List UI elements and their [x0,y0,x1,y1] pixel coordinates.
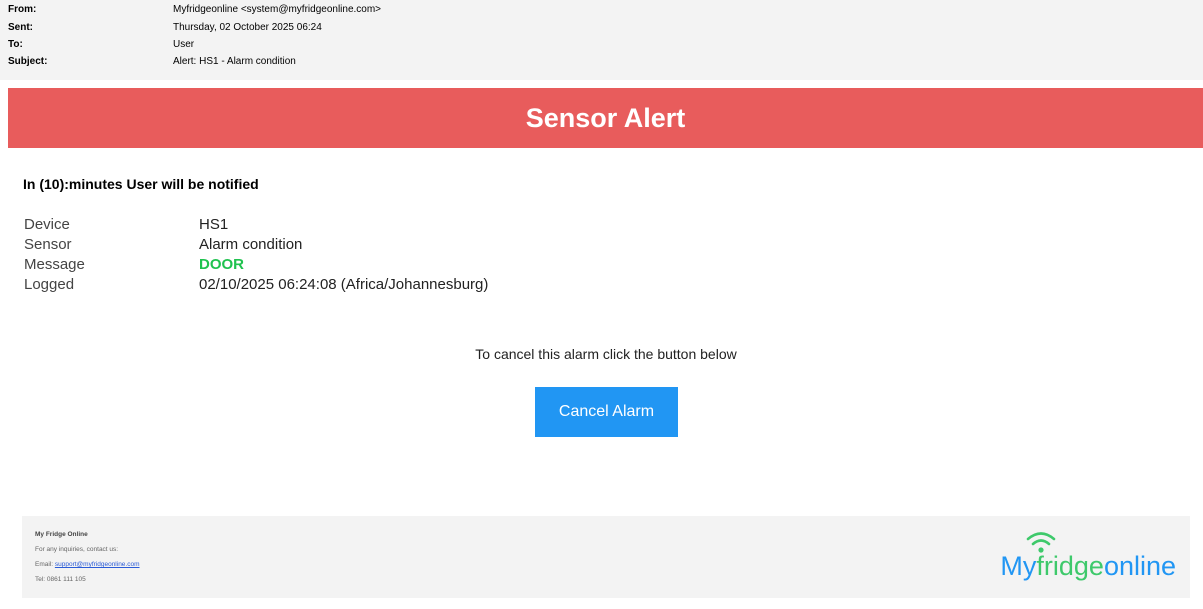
sent-value: Thursday, 02 October 2025 06:24 [173,22,322,33]
logo-wordmark: Myfridgeonline [1000,551,1176,582]
from-value: Myfridgeonline <system@myfridgeonline.co… [173,4,382,15]
email-footer: My Fridge Online For any inquiries, cont… [22,516,1190,598]
logo-part-fridge: fridge [1036,551,1104,581]
subject-value: Alert: HS1 - Alarm condition [173,56,296,67]
sensor-alert-banner: Sensor Alert [8,88,1203,148]
logo-part-online: online [1103,551,1176,581]
footer-contact-line: For any inquiries, contact us: [35,546,119,553]
from-label: From: [8,4,37,15]
logged-value: 02/10/2025 06:24:08 (Africa/Johannesburg… [199,276,489,293]
logo-part-my: My [1000,551,1037,581]
footer-email-label: Email: [35,561,54,568]
device-label: Device [24,216,70,233]
sent-label: Sent: [8,22,33,33]
to-value: User [173,39,195,50]
cancel-alarm-button[interactable]: Cancel Alarm [535,387,678,437]
message-label: Message [24,256,85,273]
sensor-label: Sensor [24,236,72,253]
cancel-instruction: To cancel this alarm click the button be… [475,346,737,362]
logged-label: Logged [24,276,75,293]
footer-tel: Tel: 0861 111 105 [35,576,86,583]
to-label: To: [8,39,23,50]
device-value: HS1 [199,216,229,233]
support-email-link[interactable]: support@myfridgeonline.com [55,561,140,568]
myfridgeonline-logo: Myfridgeonline [976,530,1176,586]
sensor-value: Alarm condition [199,236,303,253]
message-value: DOOR [199,256,244,273]
email-header: From: Myfridgeonline <system@myfridgeonl… [0,0,1203,80]
footer-company: My Fridge Online [35,531,88,538]
subject-label: Subject: [8,56,48,67]
notify-line: In (10):minutes User will be notified [23,176,259,192]
footer-email-row: Email: support@myfridgeonline.com [35,561,140,568]
